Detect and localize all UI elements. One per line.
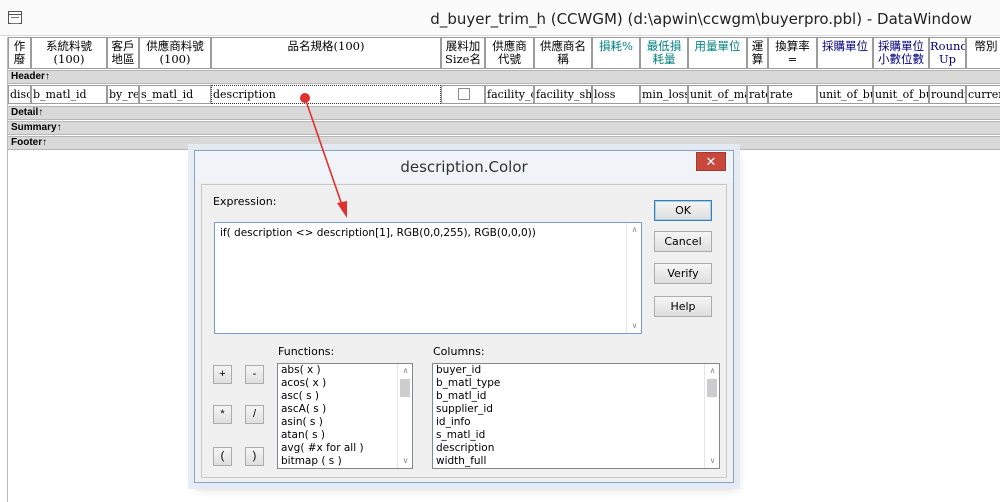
column-list-item[interactable]: b_matl_type xyxy=(433,377,719,390)
band-header-bar[interactable]: Header↑ xyxy=(8,70,1000,84)
detail-column-field[interactable]: min_loss xyxy=(640,85,688,104)
header-column-label[interactable]: 幣別 xyxy=(966,37,1000,69)
columns-listbox[interactable]: buyer_id b_matl_type b_matl_id supplier_id i… xyxy=(432,363,720,469)
header-column-label[interactable]: 採購單位 xyxy=(817,37,873,69)
columns-scrollbar[interactable]: ∧ ∨ xyxy=(704,364,719,468)
function-list-item[interactable]: ascA( s ) xyxy=(278,403,412,416)
function-list-item[interactable]: abs( x ) xyxy=(278,364,412,377)
band-summary-bar[interactable]: Summary↑ xyxy=(8,121,1000,135)
detail-column-field[interactable]: currenc xyxy=(966,85,1000,104)
header-column-label[interactable]: 品名規格(100) xyxy=(211,37,441,69)
open-paren-button[interactable]: ( xyxy=(213,447,232,466)
expression-text: if( description <> description[1], RGB(0… xyxy=(220,227,536,239)
header-column-label[interactable]: 作 廢 xyxy=(8,37,31,69)
function-list-item[interactable]: acos( x ) xyxy=(278,377,412,390)
column-list-item[interactable]: description xyxy=(433,442,719,455)
column-list-item[interactable]: id_info xyxy=(433,416,719,429)
window-title: d_buyer_trim_h (CCWGM) (d:\apwin\ccwgm\b… xyxy=(430,10,972,28)
scroll-up-icon[interactable]: ∧ xyxy=(627,223,642,237)
scrollbar-thumb[interactable] xyxy=(707,379,717,397)
scroll-down-icon[interactable]: ∨ xyxy=(627,319,642,333)
window-system-menu-icon[interactable] xyxy=(8,11,22,24)
header-column-label[interactable]: 用量單位 xyxy=(688,37,747,69)
functions-label: Functions: xyxy=(278,345,335,358)
detail-column-field[interactable]: loss xyxy=(592,85,640,104)
header-column-label[interactable]: 供應商料號 (100) xyxy=(139,37,211,69)
detail-column-field[interactable]: unit_of_buy xyxy=(817,85,873,104)
window-titlebar[interactable]: d_buyer_trim_h (CCWGM) (d:\apwin\ccwgm\b… xyxy=(0,0,1000,36)
detail-column-field[interactable]: s_matl_id xyxy=(139,85,211,104)
band-footer-bar[interactable]: Footer↑ xyxy=(8,136,1000,150)
expression-scrollbar[interactable]: ∧ ∨ xyxy=(626,223,641,333)
plus-operator-button[interactable]: + xyxy=(213,365,232,384)
header-column-label[interactable]: 換算率 = xyxy=(768,37,817,69)
function-list-item[interactable]: asc( s ) xyxy=(278,390,412,403)
band-detail-bar[interactable]: Detail↑ xyxy=(8,106,1000,120)
multiply-operator-button[interactable]: * xyxy=(213,405,232,424)
help-button[interactable]: Help xyxy=(654,296,712,317)
size-name-checkbox[interactable] xyxy=(458,88,470,100)
header-column-label[interactable]: 客戶 地區 xyxy=(107,37,139,69)
scroll-up-icon[interactable]: ∧ xyxy=(398,364,412,378)
minus-operator-button[interactable]: - xyxy=(245,365,264,384)
functions-scrollbar[interactable]: ∧ ∨ xyxy=(397,364,412,468)
header-column-label[interactable]: 供應商名 稱 xyxy=(534,37,592,69)
column-list-item[interactable]: supplier_id xyxy=(433,403,719,416)
function-list-item[interactable]: bitmap ( s ) xyxy=(278,455,412,468)
detail-column-field[interactable]: by_reg xyxy=(107,85,139,104)
scroll-up-icon[interactable]: ∧ xyxy=(705,364,719,378)
detail-column-field[interactable]: facility_sho xyxy=(534,85,592,104)
column-list-item[interactable]: width_full xyxy=(433,455,719,468)
ok-button[interactable]: OK xyxy=(654,200,712,221)
dialog-title: description.Color xyxy=(400,158,528,176)
function-list-item[interactable]: atan( s ) xyxy=(278,429,412,442)
detail-column-field[interactable]: disc xyxy=(8,85,31,104)
detail-column-field[interactable]: rate xyxy=(768,85,817,104)
header-column-label[interactable]: 採購單位 小數位數 xyxy=(873,37,929,69)
detail-column-field[interactable]: b_matl_id xyxy=(31,85,107,104)
detail-column-description[interactable]: description xyxy=(211,85,441,104)
header-column-label[interactable]: Round Up xyxy=(929,37,966,69)
header-column-label[interactable]: 最低損 耗量 xyxy=(640,37,688,69)
expression-dialog: description.Color ✕ Expression: if( desc… xyxy=(194,150,734,483)
close-paren-button[interactable]: ) xyxy=(245,447,264,466)
cancel-button[interactable]: Cancel xyxy=(654,231,712,252)
dialog-body: Expression: if( description <> descripti… xyxy=(201,184,727,478)
dialog-titlebar[interactable]: description.Color ✕ xyxy=(195,151,733,182)
detail-column-field[interactable]: unit_of_buy xyxy=(873,85,929,104)
header-column-label[interactable]: 損耗% xyxy=(592,37,640,69)
close-button[interactable]: ✕ xyxy=(696,152,726,171)
detail-column-field[interactable]: unit_of_mat xyxy=(688,85,747,104)
functions-listbox[interactable]: abs( x ) acos( x ) asc( s ) ascA( s ) asin( … xyxy=(277,363,413,469)
header-column-label[interactable]: 供應商 代號 xyxy=(485,37,534,69)
scrollbar-thumb[interactable] xyxy=(400,379,410,397)
column-list-item[interactable]: b_matl_id xyxy=(433,390,719,403)
header-column-label[interactable]: 運 算 xyxy=(747,37,768,69)
scroll-down-icon[interactable]: ∨ xyxy=(705,454,719,468)
detail-column-field[interactable]: roundu xyxy=(929,85,966,104)
detail-column-field[interactable]: rate xyxy=(747,85,768,104)
header-column-label[interactable]: 系統料號 (100) xyxy=(31,37,107,69)
close-icon: ✕ xyxy=(705,154,717,169)
header-column-label[interactable]: 展料加 Size名 xyxy=(441,37,485,69)
function-list-item[interactable]: asin( s ) xyxy=(278,416,412,429)
expression-textarea[interactable]: if( description <> description[1], RGB(0… xyxy=(214,222,642,334)
divide-operator-button[interactable]: / xyxy=(245,405,264,424)
columns-label: Columns: xyxy=(433,345,485,358)
verify-button[interactable]: Verify xyxy=(654,263,712,284)
column-list-item[interactable]: buyer_id xyxy=(433,364,719,377)
function-list-item[interactable]: avg( #x for all ) xyxy=(278,442,412,455)
expression-label: Expression: xyxy=(213,195,277,208)
column-list-item[interactable]: s_matl_id xyxy=(433,429,719,442)
detail-column-field[interactable]: facility_cd xyxy=(485,85,534,104)
scroll-down-icon[interactable]: ∨ xyxy=(398,454,412,468)
